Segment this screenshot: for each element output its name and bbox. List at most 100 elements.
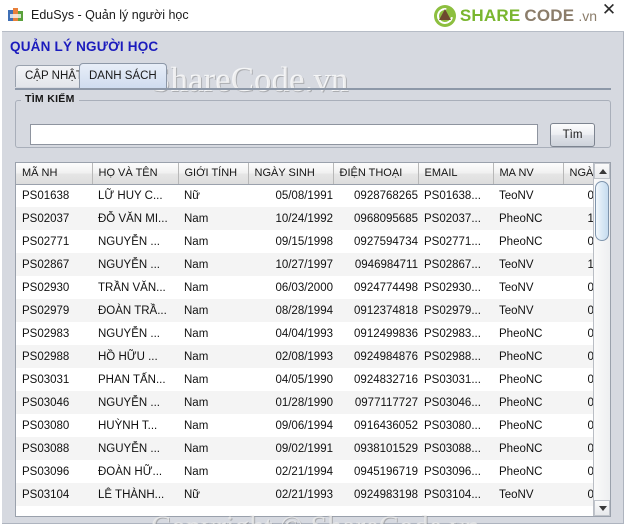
- column-header-ho-va-ten[interactable]: HỌ VÀ TÊN: [92, 163, 179, 185]
- title-bar: EduSys - Quản lý người học SHARE CODE .vn …: [0, 0, 624, 32]
- table-cell: TRẦN VĂN...: [98, 281, 166, 294]
- table-cell: PS02930...: [424, 281, 481, 294]
- table-cell: 0945196719: [354, 465, 418, 478]
- table-row[interactable]: PS03096 ĐOÀN HỮ... Nam 02/21/1994 0945196719…: [16, 460, 595, 483]
- table-cell: ĐOÀN HỮ...: [98, 465, 163, 478]
- table-cell: Nam: [184, 465, 209, 478]
- table-cell: 0938101529: [354, 442, 418, 455]
- close-icon[interactable]: ✕: [600, 2, 618, 20]
- logo-code-text: CODE: [524, 6, 575, 25]
- table-cell: PS03088...: [424, 442, 481, 455]
- table-cell: Nữ: [184, 189, 201, 202]
- table-cell: Nam: [184, 373, 209, 386]
- students-table: MÃ NH HỌ VÀ TÊN GIỚI TÍNH NGÀY SINH ĐIỆN…: [16, 163, 595, 506]
- table-scroll-viewport: MÃ NH HỌ VÀ TÊN GIỚI TÍNH NGÀY SINH ĐIỆN…: [16, 163, 595, 516]
- window-left-edge: [0, 0, 2, 524]
- table-row[interactable]: PS02979 ĐOÀN TRẦ... Nam 08/28/1994 091237481…: [16, 299, 595, 322]
- column-header-ngay-dk[interactable]: NGÀY ĐK: [563, 163, 595, 185]
- table-row[interactable]: PS03080 HUỲNH T... Nam 09/06/1994 0916436052…: [16, 414, 595, 437]
- table-cell: PheoNC: [499, 235, 543, 248]
- column-header-ngay-sinh[interactable]: NGÀY SINH: [248, 163, 334, 185]
- table-cell: NGUYỄN ...: [98, 258, 160, 271]
- table-cell: 02/21/1993: [587, 488, 595, 501]
- table-row[interactable]: PS02771 NGUYỄN ... Nam 09/15/1998 0927594734…: [16, 230, 595, 253]
- triangle-up-icon: [599, 169, 607, 174]
- table-cell: 05/08/1991: [275, 189, 333, 202]
- search-button[interactable]: Tìm: [550, 123, 595, 147]
- table-cell: PS03096: [22, 465, 70, 478]
- table-cell: TeoNV: [499, 304, 534, 317]
- table-cell: Nam: [184, 327, 209, 340]
- column-header-ma-nh[interactable]: MÃ NH: [16, 163, 93, 185]
- table-row[interactable]: PS02988 HỒ HỮU ... Nam 02/08/1993 0924984876…: [16, 345, 595, 368]
- table-cell: LỮ HUY C...: [98, 189, 163, 202]
- table-cell: 01/28/1990: [587, 396, 595, 409]
- table-cell: PS02930: [22, 281, 70, 294]
- application-window: EduSys - Quản lý người học SHARE CODE .vn …: [0, 0, 624, 524]
- table-row[interactable]: PS03104 LÊ THÀNH... Nữ 02/21/1993 0924983198…: [16, 483, 595, 506]
- search-input[interactable]: [30, 124, 538, 145]
- sharecode-recycle-icon: [433, 5, 456, 27]
- scroll-up-button[interactable]: [594, 163, 610, 179]
- table-cell: 09/02/1991: [587, 442, 595, 455]
- table-cell: NGUYỄN ...: [98, 396, 160, 409]
- table-cell: 09/06/1994: [587, 419, 595, 432]
- table-row[interactable]: PS02867 NGUYỄN ... Nam 10/27/1997 0946984711…: [16, 253, 595, 276]
- table-cell: TeoNV: [499, 258, 534, 271]
- scrollbar-track[interactable]: [594, 179, 610, 500]
- scroll-down-button[interactable]: [594, 500, 610, 516]
- column-header-dien-thoai[interactable]: ĐIỆN THOẠI: [333, 163, 419, 185]
- column-header-gioi-tinh[interactable]: GIỚI TÍNH: [178, 163, 249, 185]
- table-cell: TeoNV: [499, 488, 534, 501]
- table-cell: Nam: [184, 281, 209, 294]
- table-cell: PS03088: [22, 442, 70, 455]
- table-vertical-scrollbar[interactable]: [593, 163, 610, 516]
- table-cell: Nam: [184, 419, 209, 432]
- table-cell: 0924774498: [354, 281, 418, 294]
- tab-underline: [15, 88, 611, 90]
- table-cell: PheoNC: [499, 465, 543, 478]
- table-cell: Nam: [184, 304, 209, 317]
- table-cell: PS01638...: [424, 189, 481, 202]
- table-cell: 09/06/1994: [275, 419, 333, 432]
- table-row[interactable]: PS01638 LỮ HUY C... Nữ 05/08/1991 0928768265…: [16, 184, 595, 207]
- table-cell: 10/27/1997: [275, 258, 333, 271]
- table-cell: PheoNC: [499, 373, 543, 386]
- table-cell: 0912374818: [354, 304, 418, 317]
- scrollbar-thumb[interactable]: [595, 181, 609, 241]
- table-cell: 0924832716: [354, 373, 418, 386]
- table-cell: ĐOÀN TRẦ...: [98, 304, 167, 317]
- table-cell: PS03046: [22, 396, 70, 409]
- tab-danh-sach[interactable]: DANH SÁCH: [79, 63, 167, 88]
- table-cell: TeoNV: [499, 281, 534, 294]
- table-cell: PS02979: [22, 304, 70, 317]
- sharecode-logo: SHARE CODE .vn: [433, 3, 597, 29]
- page-title: QUẢN LÝ NGƯỜI HỌC: [10, 39, 159, 54]
- table-cell: PS02867...: [424, 258, 481, 271]
- table-cell: 09/02/1991: [275, 442, 333, 455]
- table-row[interactable]: PS02930 TRẦN VĂN... Nam 06/03/2000 092477449…: [16, 276, 595, 299]
- column-header-ma-nv[interactable]: MA NV: [493, 163, 564, 185]
- table-cell: 0924984876: [354, 350, 418, 363]
- table-row[interactable]: PS02037 ĐỖ VĂN MI... Nam 10/24/1992 09680956…: [16, 207, 595, 230]
- table-row[interactable]: PS03046 NGUYỄN ... Nam 01/28/1990 0977117727…: [16, 391, 595, 414]
- table-row[interactable]: PS03088 NGUYỄN ... Nam 09/02/1991 0938101529…: [16, 437, 595, 460]
- table-row[interactable]: PS03031 PHAN TẤN... Nam 04/05/1990 092483271…: [16, 368, 595, 391]
- table-row[interactable]: PS02983 NGUYỄN ... Nam 04/04/1993 0912499836…: [16, 322, 595, 345]
- table-cell: PheoNC: [499, 212, 543, 225]
- table-cell: PS03104: [22, 488, 70, 501]
- table-cell: 0928768265: [354, 189, 418, 202]
- table-cell: 02/08/1993: [587, 350, 595, 363]
- table-cell: PS02979...: [424, 304, 481, 317]
- table-cell: 0927594734: [354, 235, 418, 248]
- title-bar-left: EduSys - Quản lý người học: [8, 0, 189, 31]
- table-cell: PS02771...: [424, 235, 481, 248]
- app-windows-icon: [8, 7, 24, 24]
- table-cell: 10/24/1992: [587, 212, 595, 225]
- table-cell: Nam: [184, 212, 209, 225]
- table-cell: PS03096...: [424, 465, 481, 478]
- table-cell: 08/28/1994: [275, 304, 333, 317]
- column-header-email[interactable]: EMAIL: [418, 163, 494, 185]
- table-cell: PheoNC: [499, 442, 543, 455]
- table-header-row: MÃ NH HỌ VÀ TÊN GIỚI TÍNH NGÀY SINH ĐIỆN…: [16, 163, 595, 185]
